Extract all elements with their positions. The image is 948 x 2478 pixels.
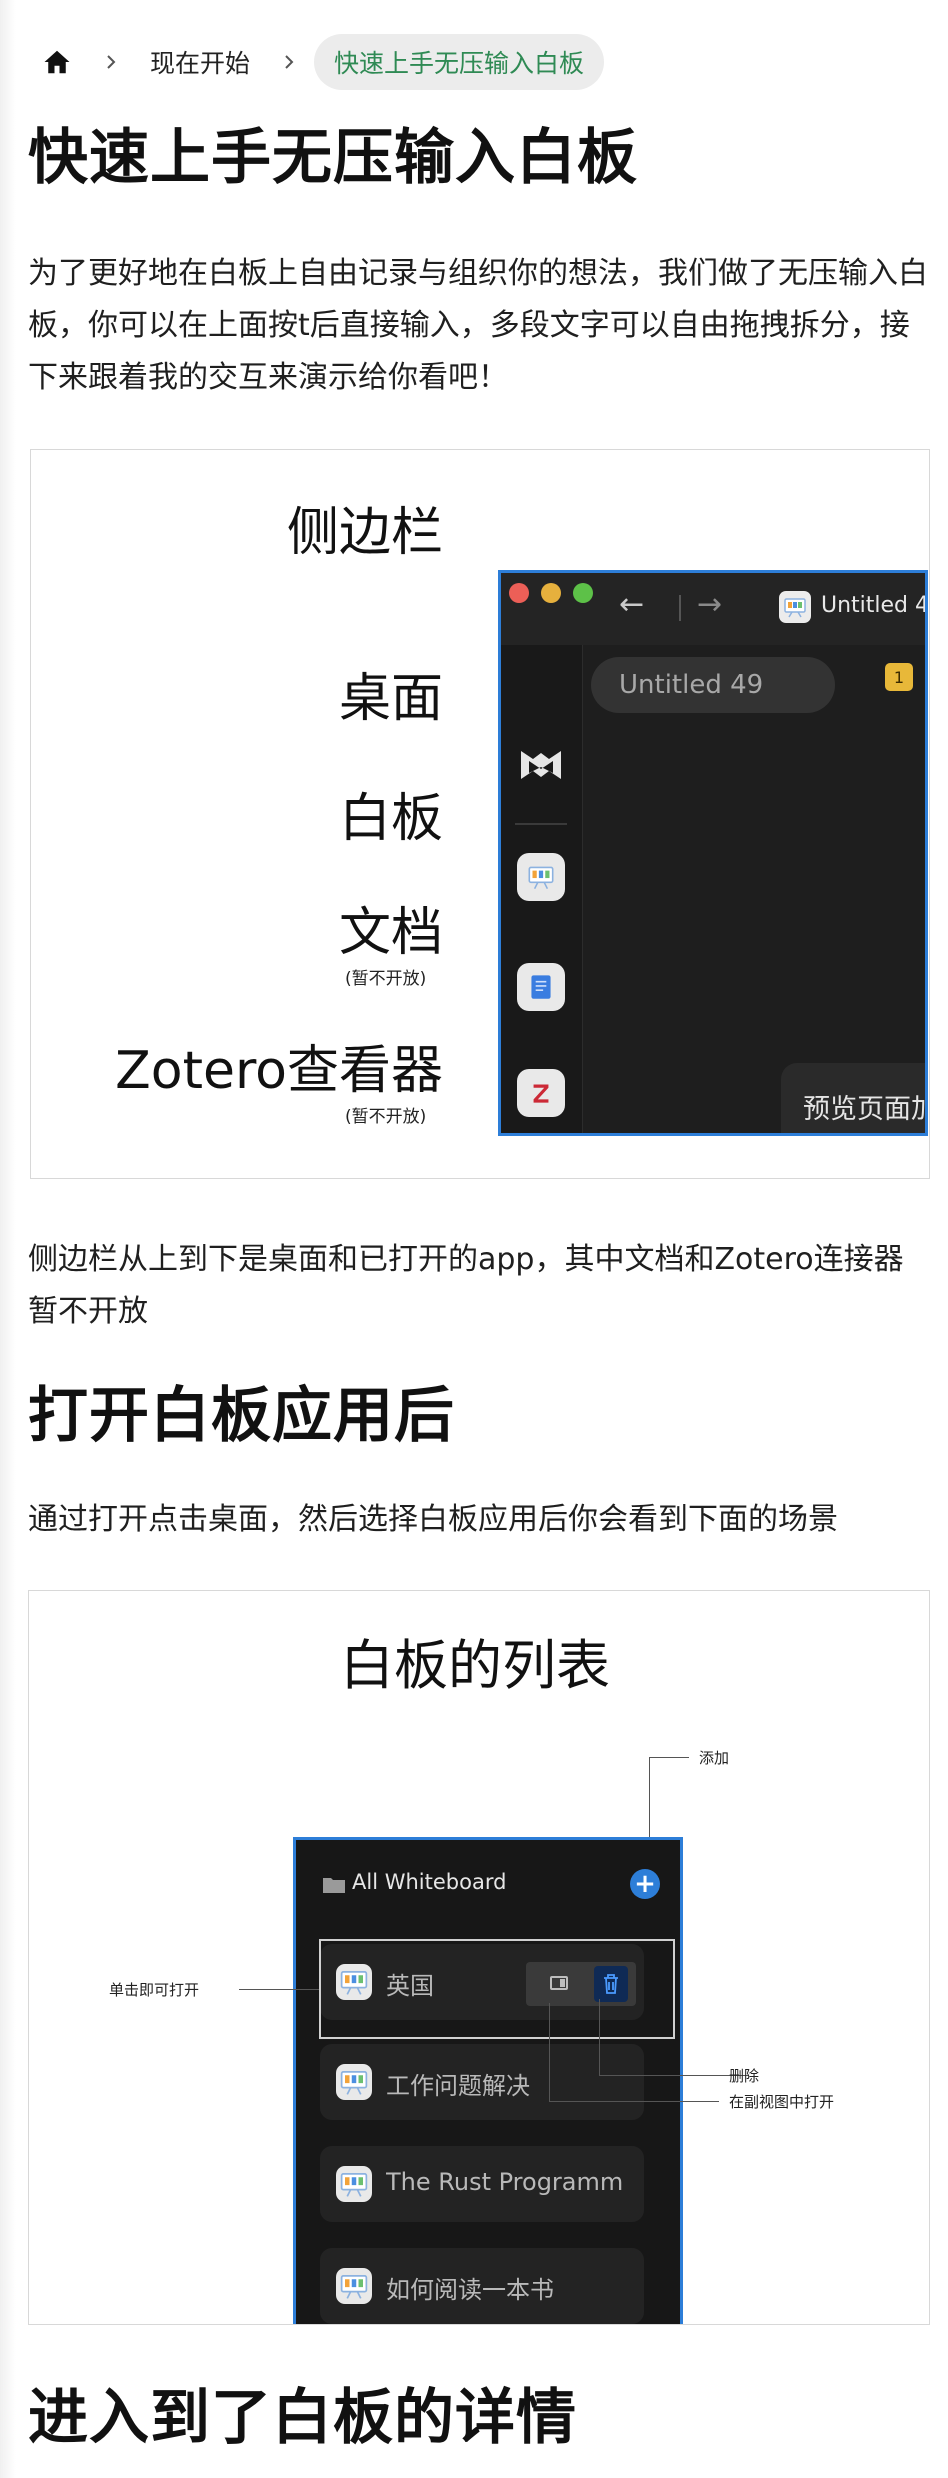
delete-leader-line xyxy=(599,1999,600,2075)
open-description: 通过打开点击桌面，然后选择白板应用后你会看到下面的场景 xyxy=(28,1502,838,1537)
add-whiteboard-button[interactable]: + xyxy=(630,1869,660,1899)
section-heading-details: 进入到了白板的详情 xyxy=(28,2383,577,2453)
list-item-label: 工作问题解决 xyxy=(386,2072,530,2100)
folder-icon xyxy=(323,1878,345,1893)
label-sidebar: 侧边栏 xyxy=(286,503,443,563)
list-item[interactable]: The Rust Programming xyxy=(320,2146,644,2222)
label-zotero-note: (暂不开放) xyxy=(345,1107,427,1127)
close-window-dot[interactable] xyxy=(509,583,529,603)
whiteboard-tab-icon xyxy=(779,591,811,623)
page-title: 快速上手无压输入白板 xyxy=(28,123,638,193)
panel-header: All Whiteboard xyxy=(352,1870,507,1894)
doc-page: 现在开始 快速上手无压输入白板 快速上手无压输入白板 为了更好地在白板上自由记录… xyxy=(0,0,948,2478)
whiteboard-title-pill[interactable]: Untitled 49 xyxy=(591,657,835,713)
label-desktop: 桌面 xyxy=(338,669,443,729)
list-item[interactable]: 如何阅读一本书 xyxy=(320,2248,644,2324)
list-item-label: The Rust Programming xyxy=(386,2168,622,2196)
label-docs: 文档 xyxy=(338,903,443,963)
sidebar-description: 侧边栏从上到下是桌面和已打开的app，其中文档和Zotero连接器暂不开放 xyxy=(28,1242,904,1329)
app-sidebar xyxy=(501,645,583,1133)
label-docs-note: (暂不开放) xyxy=(345,969,427,989)
app-screenshot: ← → Untitled 49 Untitled 49 xyxy=(498,570,928,1136)
preview-page-button[interactable]: 预览页面加 xyxy=(781,1063,925,1133)
whiteboard-icon xyxy=(336,2268,372,2304)
whiteboard-app-icon[interactable] xyxy=(517,853,565,901)
sidebar-divider xyxy=(515,823,567,825)
intro-paragraph: 为了更好地在白板上自由记录与组织你的想法，我们做了无压输入白板，你可以在上面按t… xyxy=(28,256,928,395)
tab-title[interactable]: Untitled 49 xyxy=(821,593,925,618)
annotation-click-open: 单击即可打开 xyxy=(109,1981,200,1999)
open-side-leader-line xyxy=(549,2003,550,2101)
whiteboard-icon xyxy=(336,2166,372,2202)
breadcrumb-item-current[interactable]: 快速上手无压输入白板 xyxy=(314,34,605,90)
click-leader-line xyxy=(239,1989,319,1990)
section-heading-open: 打开白板应用后 xyxy=(28,1381,455,1451)
nav-divider xyxy=(679,595,681,621)
list-item-label: 如何阅读一本书 xyxy=(386,2276,554,2304)
forward-arrow-icon[interactable]: → xyxy=(697,587,722,622)
zotero-app-icon[interactable] xyxy=(517,1069,565,1117)
annotation-delete: 删除 xyxy=(729,2067,760,2085)
home-icon[interactable] xyxy=(28,34,86,90)
back-arrow-icon[interactable]: ← xyxy=(619,587,644,622)
whiteboard-icon xyxy=(336,2064,372,2100)
highlight-box xyxy=(319,1939,675,2039)
notification-badge[interactable]: 1 xyxy=(885,663,913,691)
open-side-leader-line xyxy=(549,2101,719,2102)
whiteboard-list-figure: 白板的列表 All Whiteboard + 英国 工作问题解决 The Rus… xyxy=(28,1590,930,2325)
add-leader-line xyxy=(649,1757,689,1758)
desktop-logo-icon[interactable] xyxy=(517,745,565,785)
list-item[interactable]: 工作问题解决 xyxy=(320,2044,644,2120)
breadcrumb-item-start[interactable]: 现在开始 xyxy=(136,34,264,90)
minimize-window-dot[interactable] xyxy=(541,583,561,603)
figure-title: 白板的列表 xyxy=(340,1634,610,1697)
annotation-open-side: 在副视图中打开 xyxy=(729,2093,835,2111)
chevron-right-icon xyxy=(86,54,136,70)
add-leader-line xyxy=(649,1757,650,1837)
docs-app-icon[interactable] xyxy=(517,963,565,1011)
whiteboard-list-panel: All Whiteboard + 英国 工作问题解决 The Rust Prog… xyxy=(293,1837,683,2324)
annotation-add: 添加 xyxy=(699,1749,730,1767)
sidebar-figure: 侧边栏 桌面 白板 文档 (暂不开放) Zotero查看器 (暂不开放) ← →… xyxy=(30,449,930,1179)
zoom-window-dot[interactable] xyxy=(573,583,593,603)
breadcrumb: 现在开始 快速上手无压输入白板 xyxy=(28,32,605,92)
label-whiteboard: 白板 xyxy=(338,789,443,849)
delete-leader-line xyxy=(599,2075,749,2076)
chevron-right-icon xyxy=(264,54,314,70)
label-zotero: Zotero查看器 xyxy=(115,1041,443,1101)
